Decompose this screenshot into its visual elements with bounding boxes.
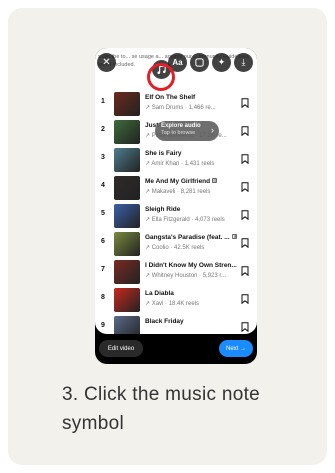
song-title: Elf On The Shelf [145,94,237,101]
song-row[interactable]: 9 Black Friday [95,314,257,334]
song-title: Me And My Girlfriend E [145,178,237,185]
chevron-right-icon: › [211,125,214,135]
highlight-ring [147,63,175,91]
song-title-text: Sleigh Ride [145,206,181,213]
download-button[interactable]: ⤓ [234,53,253,72]
song-row[interactable]: 4 Me And My Girlfriend E ↗ Makaveli · 8,281… [95,174,257,202]
song-rank: 7 [101,266,105,273]
song-artist-reels: ↗ Amir Khan · 1,431 reels [145,161,215,167]
song-title-text: Black Friday [145,318,184,325]
song-artist-reels: ↗ Makaveli · 8,281 reels [145,189,211,195]
song-title: La Diabla [145,290,237,297]
song-title-text: She is Fairy [145,150,182,157]
bookmark-icon[interactable] [241,182,249,192]
song-rank: 4 [101,182,105,189]
song-title: She is Fairy [145,150,237,157]
song-title-text: Gangsta's Paradise (feat. ... [145,234,230,241]
text-icon: Aa [172,58,183,67]
song-title-text: Elf On The Shelf [145,94,196,101]
bookmark-icon[interactable] [241,154,249,164]
effects-button[interactable]: ✦ [212,53,231,72]
song-title-text: Me And My Girlfriend [145,178,211,185]
explicit-badge: E [231,234,237,239]
song-row[interactable]: 5 Sleigh Ride ↗ Ella Fitzgerald · 4,073 re… [95,202,257,230]
song-row[interactable]: 6 Gangsta's Paradise (feat. ... E ↗ Coolio … [95,230,257,258]
bookmark-icon[interactable] [241,266,249,276]
song-title: Sleigh Ride [145,206,237,213]
sticker-button[interactable] [190,53,209,72]
song-rank: 9 [101,322,105,329]
phone-screenshot: s are the to... se usage a... against ou… [95,48,257,364]
song-artist-reels: ↗ Xavi · 18.4K reels [145,301,200,307]
song-rank: 6 [101,238,105,245]
album-thumbnail [114,176,140,200]
bookmark-icon[interactable] [241,210,249,220]
song-row[interactable]: 7 I Didn't Know My Own Stren... ↗ Whitney … [95,258,257,286]
song-row[interactable]: 8 La Diabla ↗ Xavi · 18.4K reels [95,286,257,314]
song-row[interactable]: 3 She is Fairy ↗ Amir Khan · 1,431 reels [95,146,257,174]
song-artist-reels: ↗ Ella Fitzgerald · 4,073 reels [145,217,225,223]
bookmark-icon[interactable] [241,238,249,248]
song-rank: 2 [101,126,105,133]
next-button[interactable]: Next → [219,340,253,357]
edit-video-button[interactable]: Edit video [99,340,143,357]
step-caption: 3. Click the music note symbol [62,384,261,434]
bottom-bar: Edit video Next → [95,334,257,364]
song-rank: 3 [101,154,105,161]
album-thumbnail [114,120,140,144]
song-artist-reels: ↗ Sam Drums · 1,466 re... [145,105,216,111]
album-thumbnail [114,316,140,334]
audio-list-panel: s are the to... se usage a... against ou… [95,48,257,334]
editor-toolbar: ✕ Aa ✦ ⤓ [95,52,257,91]
bookmark-icon[interactable] [241,98,249,108]
close-button[interactable]: ✕ [97,53,116,72]
download-icon: ⤓ [241,57,246,67]
sparkle-icon: ✦ [217,57,226,67]
song-rank: 8 [101,294,105,301]
song-title: Gangsta's Paradise (feat. ... E [145,234,237,241]
song-title-text: I Didn't Know My Own Stren... [145,262,237,269]
bookmark-icon[interactable] [241,294,249,304]
album-thumbnail [114,260,140,284]
song-artist-reels: ↗ Coolio · 42.5K reels [145,245,205,251]
explore-audio-tooltip[interactable]: Explore audio Tap to browse › [155,121,219,141]
album-thumbnail [114,288,140,312]
sticker-icon [195,58,204,67]
album-thumbnail [114,232,140,256]
close-icon: ✕ [102,57,111,68]
song-title-text: La Diabla [145,290,174,297]
song-artist-reels: ↗ Whitney Houston · 5,923 r... [145,273,227,279]
song-rank: 5 [101,210,105,217]
album-thumbnail [114,148,140,172]
bookmark-icon[interactable] [241,126,249,136]
song-title: I Didn't Know My Own Stren... [145,262,237,269]
song-row[interactable]: 1 Elf On The Shelf ↗ Sam Drums · 1,466 re.… [95,90,257,118]
album-thumbnail [114,204,140,228]
album-thumbnail [114,92,140,116]
bookmark-icon[interactable] [241,322,249,332]
explicit-badge: E [212,178,218,183]
song-rank: 1 [101,98,105,105]
song-title: Black Friday [145,318,237,325]
